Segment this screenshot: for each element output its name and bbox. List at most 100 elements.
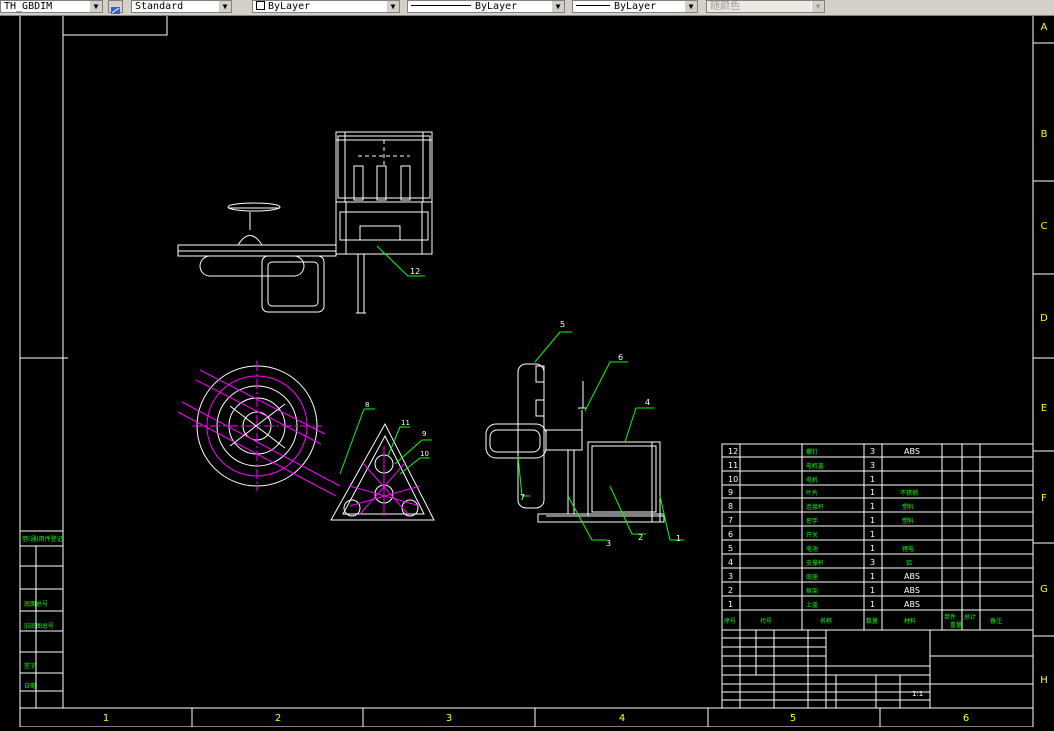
color-value: ByLayer	[268, 1, 311, 12]
svg-text:1: 1	[870, 502, 875, 511]
svg-text:ABS: ABS	[904, 572, 920, 581]
svg-text:1: 1	[870, 600, 875, 609]
svg-text:1: 1	[870, 544, 875, 553]
zone-label-col: 1	[103, 713, 109, 724]
side-view-drawing	[177, 131, 433, 314]
chevron-down-icon[interactable]: ▼	[89, 1, 102, 12]
svg-text:3: 3	[728, 572, 733, 581]
zone-label-col: 3	[446, 713, 452, 724]
chevron-down-icon[interactable]: ▼	[386, 1, 399, 12]
chevron-down-icon[interactable]: ▼	[218, 1, 231, 12]
balloon-4: 4	[645, 398, 650, 407]
zone-label-col: 2	[275, 713, 281, 724]
front-view-drawing	[485, 363, 665, 523]
textstyle-dropdown[interactable]: Standard ▼	[131, 0, 232, 13]
textstyle-icon[interactable]	[108, 0, 123, 14]
drawing-canvas[interactable]: 1 2 3 4 5 6 A B C D E F G H 借(通)用件登记 旧底图…	[0, 16, 1054, 728]
plotstyle-dropdown: 随颜色 ▼	[706, 0, 825, 13]
svg-text:1: 1	[728, 600, 733, 609]
svg-text:上盖: 上盖	[806, 601, 818, 609]
svg-text:铝: 铝	[906, 559, 912, 567]
dimstyle-dropdown[interactable]: TH_GBDIM ▼	[0, 0, 103, 13]
column-zones	[191, 708, 881, 727]
svg-text:1: 1	[870, 530, 875, 539]
top-view-drawing	[177, 361, 435, 521]
dimstyle-value: TH_GBDIM	[4, 1, 53, 12]
bom-row: 4 支撑杆 3 铝	[728, 558, 912, 567]
left-strip-label: 签字	[24, 662, 36, 670]
balloon-10: 10	[420, 450, 429, 458]
lineweight-dropdown[interactable]: ByLayer ▼	[572, 0, 698, 13]
bom-row: 5 电池 1 锂电	[728, 544, 914, 553]
balloon-2: 2	[638, 533, 643, 542]
svg-text:重量: 重量	[950, 621, 962, 629]
svg-text:1: 1	[870, 516, 875, 525]
svg-text:电机盖: 电机盖	[806, 462, 824, 470]
svg-text:底座: 底座	[806, 573, 818, 581]
svg-text:11: 11	[728, 461, 738, 470]
svg-text:数量: 数量	[866, 617, 878, 625]
svg-text:总计: 总计	[964, 613, 976, 621]
svg-text:12: 12	[728, 447, 738, 456]
svg-text:不锈钢: 不锈钢	[900, 489, 918, 497]
zone-label-row: D	[1040, 313, 1048, 324]
svg-text:1: 1	[870, 475, 875, 484]
svg-text:塑料: 塑料	[902, 517, 914, 525]
svg-text:序号: 序号	[724, 617, 736, 625]
scale-value: 1:1	[912, 690, 923, 698]
bom-row: 7 把手 1 塑料	[728, 516, 914, 525]
balloon-3: 3	[606, 539, 611, 548]
leader-lines	[339, 408, 432, 475]
properties-toolbar: TH_GBDIM ▼ Standard ▼ ByLayer ▼ ByLayer …	[0, 0, 1054, 16]
balloon-1: 1	[676, 534, 681, 543]
svg-text:ABS: ABS	[904, 600, 920, 609]
svg-text:锂电: 锂电	[902, 545, 914, 553]
balloon-11: 11	[401, 419, 410, 427]
svg-text:塑料: 塑料	[902, 503, 914, 511]
bom-row: 9 叶片 1 不锈钢	[728, 488, 918, 497]
svg-text:把手: 把手	[806, 517, 818, 525]
leader-lines-front	[517, 331, 684, 541]
svg-text:螺钉: 螺钉	[806, 448, 818, 456]
svg-text:叶片: 叶片	[806, 489, 818, 497]
bom-row: 8 连接杆 1 塑料	[728, 502, 914, 511]
svg-text:1: 1	[870, 572, 875, 581]
svg-text:电池: 电池	[806, 545, 818, 553]
color-swatch-icon	[256, 1, 265, 10]
svg-text:名称: 名称	[820, 617, 832, 625]
left-strip-label: 底图总号	[24, 600, 48, 608]
chevron-down-icon[interactable]: ▼	[551, 1, 564, 12]
corner-stamp	[63, 16, 168, 36]
left-strip-label: 借(通)用件登记	[22, 535, 63, 543]
bom-row: 3 底座 1 ABS	[728, 572, 920, 581]
zone-label-col: 4	[619, 713, 625, 724]
svg-text:9: 9	[728, 488, 733, 497]
title-block	[721, 629, 1034, 709]
svg-text:ABS: ABS	[904, 586, 920, 595]
bom-row: 2 框架 1 ABS	[728, 586, 920, 595]
chevron-down-icon: ▼	[811, 1, 824, 12]
line-sample-icon	[576, 5, 610, 6]
bom-table	[721, 443, 1034, 631]
svg-text:备注: 备注	[990, 617, 1002, 625]
zone-label-col: 5	[790, 713, 796, 724]
svg-text:连接杆: 连接杆	[806, 503, 824, 511]
balloon-6: 6	[618, 353, 623, 362]
balloon-7: 7	[520, 493, 525, 502]
zone-label-row: A	[1041, 22, 1048, 33]
svg-text:单件: 单件	[944, 613, 956, 621]
svg-text:8: 8	[728, 502, 733, 511]
svg-text:开关: 开关	[806, 531, 818, 539]
left-strip-table	[19, 530, 64, 709]
svg-text:支撑杆: 支撑杆	[806, 559, 824, 567]
linetype-dropdown[interactable]: ByLayer ▼	[407, 0, 565, 13]
plotstyle-value: 随颜色	[710, 1, 740, 12]
svg-text:1: 1	[870, 586, 875, 595]
zone-label-row: B	[1041, 129, 1048, 140]
balloon-5: 5	[560, 320, 565, 329]
linetype-value: ByLayer	[475, 1, 518, 12]
chevron-down-icon[interactable]: ▼	[684, 1, 697, 12]
lineweight-value: ByLayer	[614, 1, 657, 12]
svg-text:7: 7	[728, 516, 733, 525]
color-dropdown[interactable]: ByLayer ▼	[252, 0, 400, 13]
